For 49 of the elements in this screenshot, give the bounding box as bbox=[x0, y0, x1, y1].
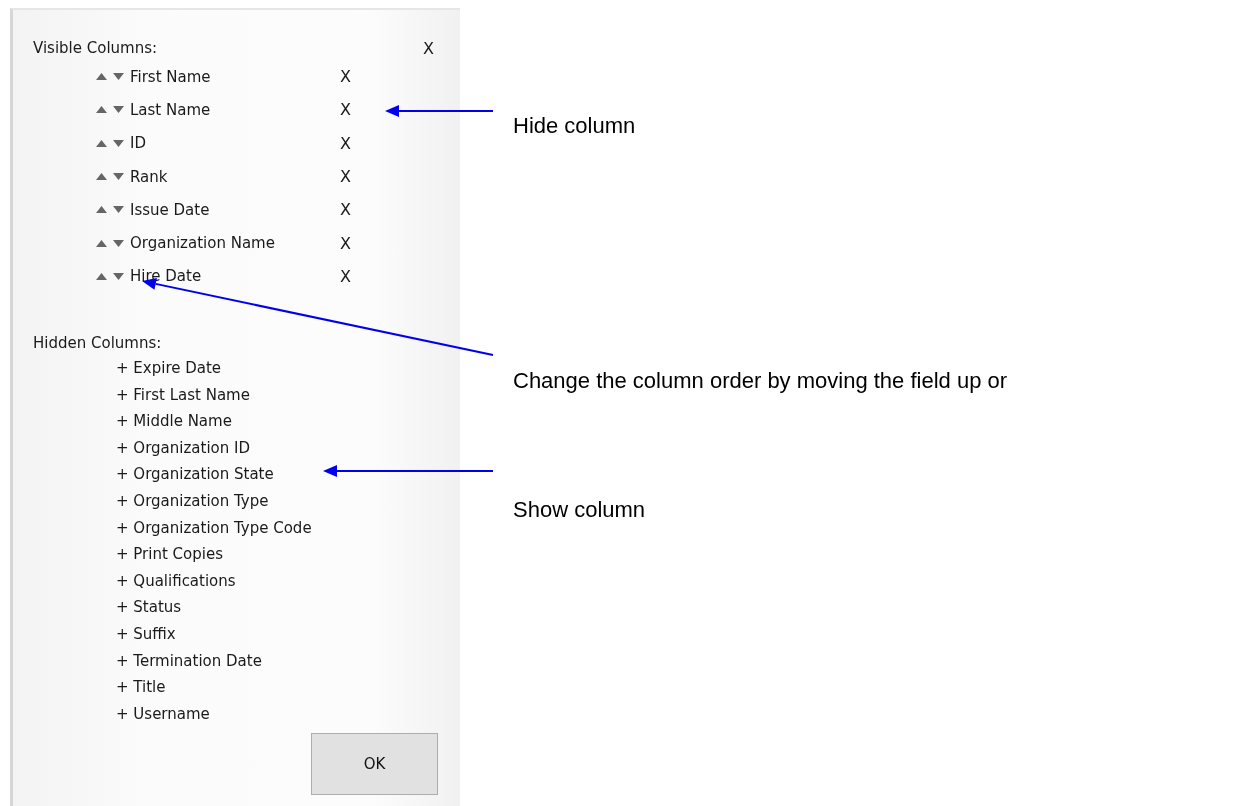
move-down-icon[interactable] bbox=[113, 206, 124, 214]
column-name: ID bbox=[130, 134, 147, 153]
column-name: Organization Name bbox=[130, 234, 276, 253]
show-column-link[interactable]: + Expire Date bbox=[116, 359, 222, 378]
hide-column-button[interactable]: X bbox=[340, 266, 351, 286]
show-column-link[interactable]: + Termination Date bbox=[116, 651, 262, 670]
move-up-icon[interactable] bbox=[96, 272, 107, 280]
move-up-icon[interactable] bbox=[96, 106, 107, 114]
show-column-link[interactable]: + Suffix bbox=[116, 625, 176, 643]
show-column-link[interactable]: + Status bbox=[116, 598, 182, 617]
section-heading: Hidden Columns: bbox=[33, 334, 162, 353]
move-up-icon[interactable] bbox=[96, 139, 107, 147]
column-name: Rank bbox=[130, 167, 169, 186]
move-down-icon[interactable] bbox=[113, 239, 124, 247]
show-column-link[interactable]: + Middle Name bbox=[116, 412, 232, 431]
show-column-link[interactable]: + Organization State bbox=[116, 465, 274, 484]
annotation-text: Hide column bbox=[513, 113, 636, 139]
show-column-link[interactable]: + Title bbox=[116, 678, 166, 697]
move-down-icon[interactable] bbox=[113, 106, 124, 114]
move-down-icon[interactable] bbox=[113, 139, 124, 147]
section-heading: Visible Columns: bbox=[33, 39, 158, 57]
show-column-link[interactable]: + Qualifications bbox=[116, 571, 236, 590]
move-up-icon[interactable] bbox=[96, 206, 107, 214]
column-name: Hire Date bbox=[130, 267, 203, 286]
move-up-icon[interactable] bbox=[96, 239, 107, 247]
hide-column-button[interactable]: X bbox=[340, 233, 351, 253]
hide-column-button[interactable]: X bbox=[340, 100, 351, 120]
show-column-link[interactable]: + Organization ID bbox=[116, 438, 250, 457]
hide-column-button[interactable]: X bbox=[340, 167, 351, 187]
column-name: Last Name bbox=[130, 100, 212, 119]
show-column-link[interactable]: + Username bbox=[116, 704, 210, 723]
move-down-icon[interactable] bbox=[113, 272, 124, 280]
show-column-link[interactable]: + Print Copies bbox=[116, 545, 223, 564]
move-down-icon[interactable] bbox=[113, 73, 124, 81]
hide-column-button[interactable]: X bbox=[340, 133, 351, 153]
move-down-icon[interactable] bbox=[113, 173, 124, 181]
show-column-link[interactable]: + Organization Type bbox=[116, 492, 269, 511]
annotation-text: Change the column order by moving the field up or bbox=[513, 368, 1008, 394]
hide-column-button[interactable]: X bbox=[340, 200, 351, 220]
column-name: First Name bbox=[130, 67, 212, 86]
show-column-link[interactable]: + Organization Type Code bbox=[116, 518, 312, 537]
move-up-icon[interactable] bbox=[96, 173, 107, 181]
column-name: Issue Date bbox=[130, 200, 211, 219]
annotation-text: Show column bbox=[513, 497, 646, 523]
move-up-icon[interactable] bbox=[96, 73, 107, 81]
ok-button[interactable]: OK bbox=[311, 733, 438, 796]
hide-column-button[interactable]: X bbox=[340, 67, 351, 87]
show-column-link[interactable]: + First Last Name bbox=[116, 385, 250, 404]
close-button[interactable]: X bbox=[423, 38, 444, 58]
